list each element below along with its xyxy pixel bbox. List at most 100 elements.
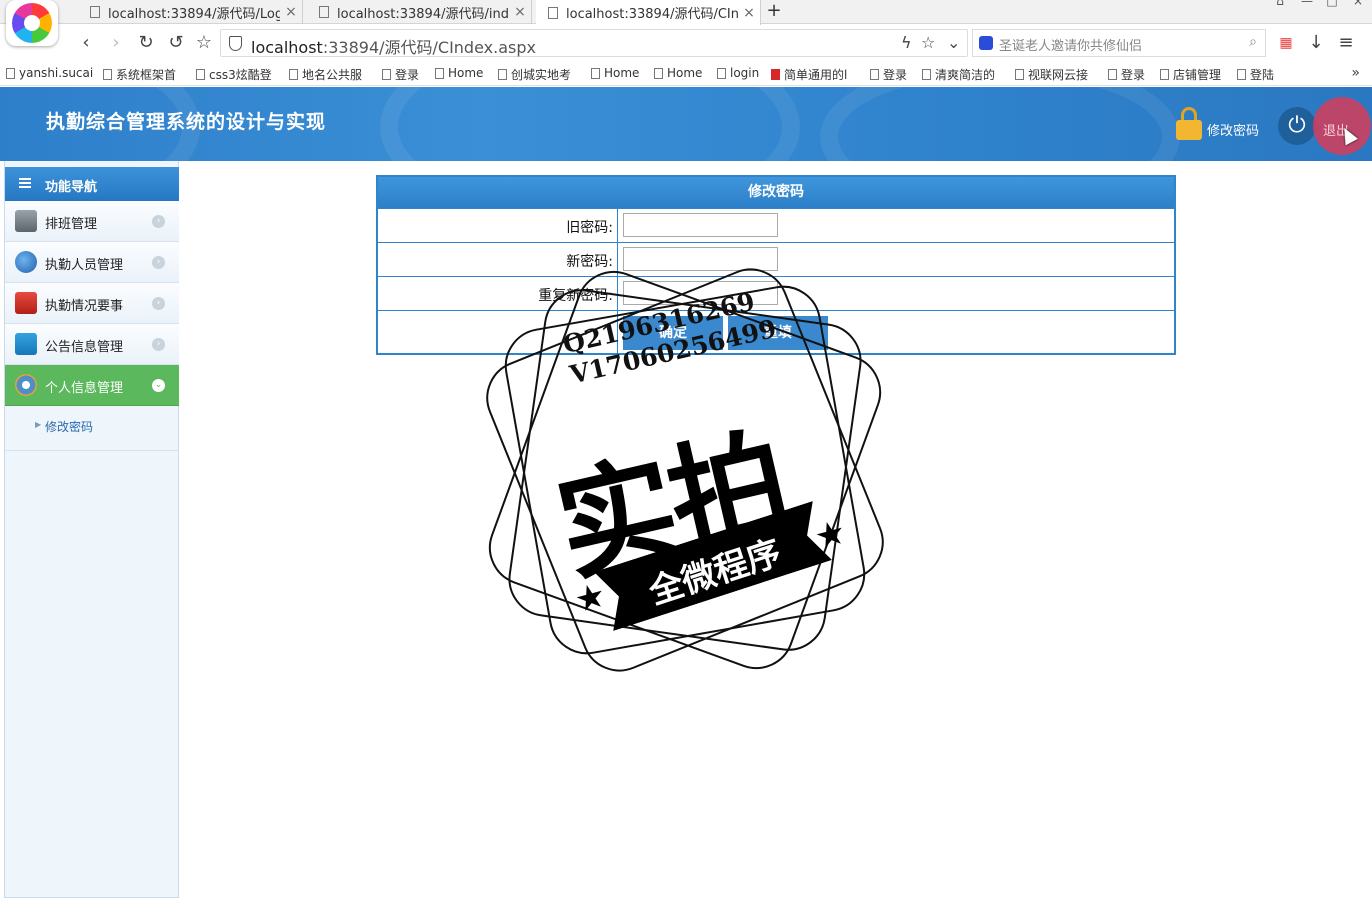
bookmark-item[interactable]: 登录 — [870, 66, 907, 83]
bookmark-label: Home — [448, 66, 484, 80]
bookmark-item[interactable]: 视联网云接 — [1015, 66, 1088, 83]
page-icon — [289, 69, 298, 80]
bookmark-item[interactable]: Home — [654, 66, 702, 80]
forward-icon[interactable]: › — [104, 31, 128, 55]
search-icon[interactable]: ⌕ — [1249, 34, 1257, 50]
stamp-ribbon-text: 全微程序 — [644, 532, 787, 613]
bookmark-label: 登陆 — [1250, 68, 1275, 82]
sidebar-item-label: 排班管理 — [45, 217, 98, 232]
apps-grid-icon[interactable]: ▦ — [1274, 31, 1298, 55]
sidebar-heading-label: 功能导航 — [45, 180, 98, 195]
bookmark-item[interactable]: 清爽简洁的 — [922, 66, 995, 83]
form-row-repeat-password: 重复新密码: — [378, 276, 1174, 310]
sidebar-item-personnel[interactable]: 执勤人员管理 › — [5, 242, 179, 283]
bookmark-label: 简单通用的l — [784, 68, 848, 82]
bookmark-star-icon[interactable]: ☆ — [192, 31, 216, 55]
repeat-password-input[interactable] — [623, 281, 778, 305]
url-text[interactable]: localhost:33894/源代码/CIndex.aspx — [251, 34, 536, 58]
bookmark-item[interactable]: 简单通用的l — [771, 66, 847, 83]
list-icon — [19, 178, 31, 188]
minimize-icon[interactable]: — — [1295, 0, 1319, 8]
change-password-form: 修改密码 旧密码: 新密码: 重复新密码: 确定 重填 — [376, 175, 1176, 355]
back-icon[interactable]: ‹ — [74, 31, 98, 55]
power-icon[interactable]: ⏻ — [1278, 107, 1316, 145]
star-icon[interactable]: ☆ — [921, 33, 935, 52]
close-icon[interactable]: × — [509, 4, 531, 20]
bookmark-label: 系统框架首 — [116, 68, 177, 82]
lock-icon[interactable] — [1176, 107, 1202, 141]
chevron-right-icon: › — [152, 297, 165, 310]
bookmark-item[interactable]: login — [717, 66, 759, 80]
star-icon: ★ — [570, 574, 611, 622]
bookmark-label: Home — [667, 66, 703, 80]
search-box[interactable]: 圣诞老人邀请你共修仙侣 ⌕ — [972, 29, 1266, 57]
pin-icon[interactable]: ⌂ — [1268, 0, 1292, 8]
page-icon — [548, 6, 558, 19]
browser-tab[interactable]: localhost:33894/源代码/Login × — [78, 0, 303, 24]
chevron-right-icon: › — [152, 338, 165, 351]
browser-logo-icon[interactable] — [6, 0, 58, 46]
sidebar-item-announcements[interactable]: 公告信息管理 › — [5, 324, 179, 365]
old-password-input[interactable] — [623, 213, 778, 237]
globe-icon — [15, 251, 37, 273]
stamp-ribbon: 全微程序 — [594, 501, 832, 631]
window-close-icon[interactable]: × — [1346, 0, 1370, 8]
new-password-label: 新密码: — [566, 254, 613, 270]
address-bar[interactable]: localhost:33894/源代码/CIndex.aspx ϟ ☆ ⌄ — [220, 29, 968, 57]
bookmark-item[interactable]: 登录 — [382, 66, 419, 83]
new-password-input[interactable] — [623, 247, 778, 271]
bookmark-item[interactable]: 登陆 — [1237, 66, 1274, 83]
sidebar-subitem-change-password[interactable]: ▶ 修改密码 — [5, 406, 179, 451]
page-icon — [435, 67, 444, 79]
reload-icon[interactable]: ↻ — [134, 31, 158, 55]
close-icon[interactable]: × — [738, 5, 760, 21]
bookmarks-overflow-icon[interactable]: » — [1351, 65, 1360, 81]
browser-tab-active[interactable]: localhost:33894/源代码/CInde × — [536, 0, 761, 25]
caret-right-icon: ▶ — [35, 420, 42, 429]
tab-title: localhost:33894/源代码/CInde — [566, 7, 738, 22]
bookmarks-bar: yanshi.sucai 系统框架首 css3炫酷登 地名公共服 登录 Home… — [0, 62, 1372, 86]
chevron-down-icon[interactable]: ⌄ — [947, 33, 960, 52]
bookmark-item[interactable]: Home — [435, 66, 483, 80]
sidebar-subitem-label: 修改密码 — [45, 420, 94, 434]
sidebar-item-duty-events[interactable]: 执勤情况要事 › — [5, 283, 179, 324]
bookmark-item[interactable]: css3炫酷登 — [196, 66, 272, 83]
bookmark-item[interactable]: 创城实地考 — [498, 66, 571, 83]
chevron-right-icon: › — [152, 215, 165, 228]
stamp-main-text: 实拍 — [544, 412, 798, 599]
bookmark-item[interactable]: yanshi.sucai — [6, 66, 93, 80]
bookmark-item[interactable]: 系统框架首 — [103, 66, 176, 83]
bookmark-item[interactable]: 地名公共服 — [289, 66, 362, 83]
bookmark-item[interactable]: 店铺管理 — [1160, 66, 1221, 83]
page-icon — [591, 67, 600, 79]
lightning-icon[interactable]: ϟ — [901, 33, 912, 52]
close-icon[interactable]: × — [280, 4, 302, 20]
change-password-link[interactable]: 修改密码 — [1207, 120, 1259, 139]
bookmark-item[interactable]: 登录 — [1108, 66, 1145, 83]
bookmark-label: 登录 — [1121, 68, 1146, 82]
chevron-right-icon: › — [152, 256, 165, 269]
confirm-button[interactable]: 确定 — [623, 316, 723, 350]
bookmark-label: 店铺管理 — [1173, 68, 1222, 82]
page-icon — [1160, 69, 1169, 80]
page-icon — [90, 6, 100, 18]
pdf-icon — [15, 292, 37, 314]
page-icon — [870, 69, 879, 80]
reset-button[interactable]: 重填 — [728, 316, 828, 350]
sidebar-item-label: 执勤情况要事 — [45, 299, 124, 314]
new-tab-button[interactable]: + — [762, 0, 786, 24]
sidebar-heading: 功能导航 — [5, 167, 179, 201]
gears-icon — [15, 374, 37, 396]
tab-title: localhost:33894/源代码/index — [337, 6, 509, 22]
browser-tab[interactable]: localhost:33894/源代码/index × — [307, 0, 532, 24]
menu-icon[interactable]: ≡ — [1334, 31, 1358, 55]
sidebar-item-personal-info[interactable]: 个人信息管理 ⌄ — [5, 365, 179, 406]
sidebar-item-scheduling[interactable]: 排班管理 › — [5, 201, 179, 242]
maximize-icon[interactable]: □ — [1320, 0, 1344, 8]
undo-icon[interactable]: ↺ — [164, 31, 188, 55]
app-title: 执勤综合管理系统的设计与实现 — [46, 111, 327, 133]
bookmark-label: yanshi.sucai — [19, 66, 94, 80]
download-icon[interactable]: ↓ — [1304, 31, 1328, 55]
page-icon — [1108, 69, 1117, 80]
bookmark-item[interactable]: Home — [591, 66, 639, 80]
